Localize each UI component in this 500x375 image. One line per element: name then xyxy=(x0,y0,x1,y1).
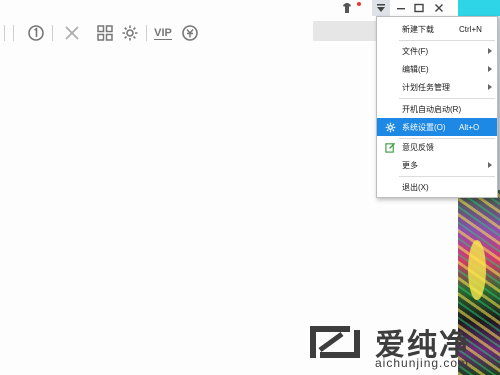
toolbar-divider xyxy=(4,25,5,41)
submenu-arrow-icon xyxy=(488,162,492,168)
menu-item-file[interactable]: 文件(F) xyxy=(377,42,497,60)
menu-item-exit[interactable]: 退出(X) xyxy=(377,178,497,196)
gear-icon xyxy=(384,121,396,133)
delete-x-icon[interactable] xyxy=(62,23,82,43)
menu-separator xyxy=(399,98,495,99)
menu-item-new-download[interactable]: 新建下载 Ctrl+N xyxy=(377,20,497,38)
menu-item-auto-start[interactable]: 开机自动启动(R) xyxy=(377,100,497,118)
menu-item-label: 新建下载 xyxy=(402,24,434,34)
search-box[interactable] xyxy=(313,21,377,41)
toolbar-divider xyxy=(146,25,147,41)
menu-item-label: 文件(F) xyxy=(402,46,429,56)
toolbar-divider xyxy=(52,25,53,41)
submenu-arrow-icon xyxy=(488,66,492,72)
grid-icon[interactable] xyxy=(95,23,115,43)
close-icon[interactable] xyxy=(432,1,446,15)
menu-item-shortcut: Alt+O xyxy=(459,122,480,132)
menu-item-label: 更多 xyxy=(402,160,418,170)
menu-item-label: 意见反馈 xyxy=(402,142,434,152)
coupon-icon[interactable] xyxy=(180,23,200,43)
menu-separator xyxy=(399,40,495,41)
minimize-icon[interactable] xyxy=(394,1,408,15)
menu-item-feedback[interactable]: 意见反馈 xyxy=(377,138,497,156)
submenu-arrow-icon xyxy=(488,48,492,54)
vip-icon[interactable]: VIP xyxy=(152,23,174,43)
menu-item-system-settings[interactable]: 系统设置(O) Alt+O xyxy=(377,118,497,136)
feedback-edit-icon xyxy=(384,141,396,153)
settings-gear-icon[interactable] xyxy=(120,23,140,43)
skin-icon[interactable] xyxy=(340,1,354,15)
menu-dropdown-icon[interactable] xyxy=(374,1,388,15)
menu-item-label: 系统设置(O) xyxy=(402,122,446,132)
main-dropdown-menu: 新建下载 Ctrl+N 文件(F) 编辑(E) 计划任务管理 开机自动启动(R)… xyxy=(376,16,498,198)
menu-item-label: 编辑(E) xyxy=(402,64,429,74)
toolbar-divider xyxy=(13,25,14,41)
menu-separator xyxy=(399,176,495,177)
submenu-arrow-icon xyxy=(488,84,492,90)
priority-1-icon[interactable] xyxy=(26,23,46,43)
notification-dot xyxy=(357,2,361,6)
menu-item-more[interactable]: 更多 xyxy=(377,156,497,174)
menu-item-label: 退出(X) xyxy=(402,182,429,192)
menu-item-edit[interactable]: 编辑(E) xyxy=(377,60,497,78)
watermark-logo-icon xyxy=(310,326,360,358)
watermark: 爱纯净 aichunjing.com xyxy=(303,318,497,372)
menu-item-shortcut: Ctrl+N xyxy=(459,24,482,34)
menu-item-label: 计划任务管理 xyxy=(402,82,450,92)
maximize-icon[interactable] xyxy=(412,1,426,15)
vip-label: VIP xyxy=(154,26,172,40)
watermark-url: aichunjing.com xyxy=(375,356,470,370)
menu-item-label: 开机自动启动(R) xyxy=(402,104,462,114)
menu-item-scheduled-tasks[interactable]: 计划任务管理 xyxy=(377,78,497,96)
